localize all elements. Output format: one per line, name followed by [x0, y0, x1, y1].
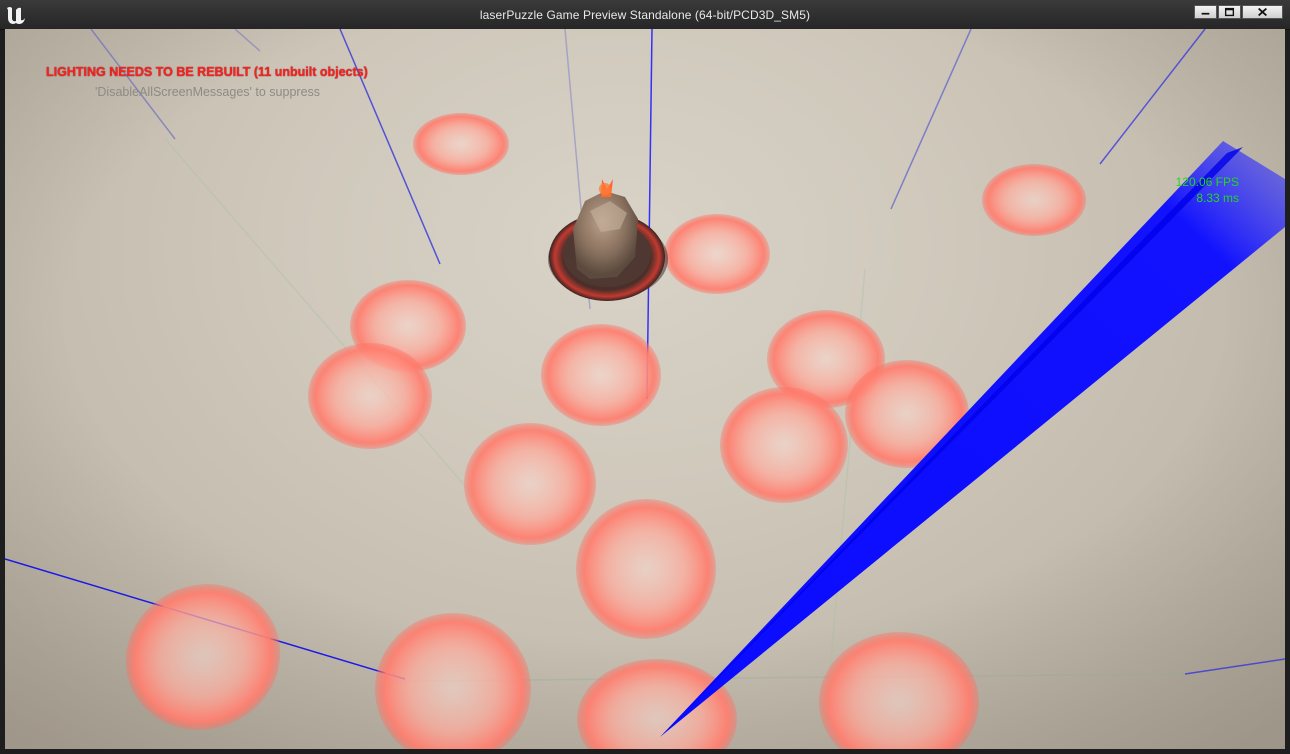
window-title: laserPuzzle Game Preview Standalone (64-…: [479, 8, 811, 22]
maximize-button[interactable]: [1218, 5, 1241, 19]
pressure-pad: [720, 387, 848, 503]
pressure-pad: [464, 423, 596, 545]
pressure-pad: [308, 343, 432, 449]
pressure-pad: [664, 214, 770, 294]
lighting-rebuild-warning: LIGHTING NEEDS TO BE REBUILT (11 unbuilt…: [46, 65, 368, 79]
fps-readout: 120.06 FPS: [1175, 175, 1239, 189]
close-button[interactable]: [1242, 5, 1283, 19]
pressure-pad: [541, 324, 661, 426]
game-scene: [5, 29, 1285, 749]
game-viewport[interactable]: LIGHTING NEEDS TO BE REBUILT (11 unbuilt…: [5, 29, 1285, 749]
stat-fps-panel: 120.06 FPS 8.33 ms: [1175, 174, 1239, 206]
pressure-pad: [982, 164, 1086, 236]
frame-time-readout: 8.33 ms: [1196, 191, 1239, 205]
maximize-icon: [1224, 7, 1235, 17]
title-bar[interactable]: laserPuzzle Game Preview Standalone (64-…: [0, 0, 1290, 30]
game-window: laserPuzzle Game Preview Standalone (64-…: [0, 0, 1290, 754]
close-icon: [1258, 7, 1267, 17]
pressure-pad: [413, 113, 509, 175]
suppress-hint: 'DisableAllScreenMessages' to suppress: [95, 85, 321, 99]
minimize-icon: [1201, 12, 1210, 15]
minimize-button[interactable]: [1194, 5, 1217, 19]
pressure-pad: [576, 499, 716, 639]
